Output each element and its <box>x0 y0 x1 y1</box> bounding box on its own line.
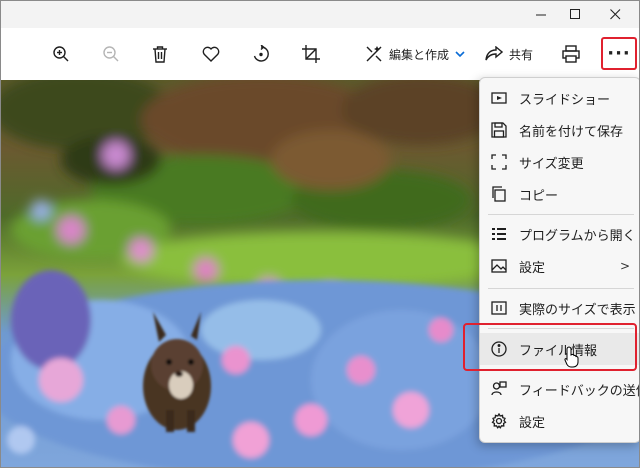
edit-create-button[interactable]: 編集と作成 <box>365 37 469 71</box>
menu-item-label: フィードバックの送信 <box>519 383 640 399</box>
print-button[interactable] <box>559 37 583 71</box>
menu-separator <box>488 288 634 289</box>
menu-item-label: 設定 <box>519 415 546 431</box>
menu-item-label: プログラムから開く <box>519 228 636 244</box>
menu-item-settings[interactable]: 設定 <box>480 405 639 437</box>
zoom-in-button[interactable] <box>49 37 73 71</box>
menu-item-label: 実際のサイズで表示 <box>519 302 636 318</box>
menu-item-label: スライドショー <box>519 92 611 108</box>
feedback-icon <box>491 381 507 396</box>
edit-create-label: 編集と作成 <box>389 47 450 62</box>
heart-icon <box>202 46 220 62</box>
chevron-right-icon: > <box>619 259 630 273</box>
share-button[interactable]: 共有 <box>485 37 541 71</box>
close-button[interactable] <box>595 1 635 28</box>
see-more-button[interactable]: ··· <box>601 37 637 70</box>
favorite-button[interactable] <box>199 37 223 71</box>
menu-item-label: コピー <box>519 188 559 204</box>
slideshow-icon <box>491 92 507 104</box>
menu-item-label: 名前を付けて保存 <box>519 124 624 140</box>
menu-item-set-as[interactable]: 設定 > <box>480 250 639 282</box>
minimize-icon <box>535 14 546 16</box>
mouse-pointer-icon <box>564 346 579 368</box>
photos-app-window: 編集と作成 共有 ··· スライドショー 名前を付けて保存 サイズ変更 コピー … <box>0 0 640 468</box>
menu-item-feedback[interactable]: フィードバックの送信 <box>480 373 640 405</box>
menu-item-open-with[interactable]: プログラムから開く <box>480 218 639 250</box>
rotate-button[interactable] <box>249 37 273 71</box>
menu-separator <box>488 214 634 215</box>
menu-item-save-as[interactable]: 名前を付けて保存 <box>480 114 639 146</box>
wallpaper-icon <box>491 259 507 273</box>
actual-size-icon <box>491 301 507 315</box>
edit-create-icon <box>366 46 382 62</box>
rotate-icon <box>253 45 269 62</box>
maximize-icon <box>569 9 580 19</box>
open-with-icon <box>492 228 506 240</box>
zoom-in-icon <box>53 46 69 62</box>
crop-button[interactable] <box>299 37 323 71</box>
delete-button[interactable] <box>148 37 172 71</box>
toolbar: 編集と作成 共有 <box>1 28 639 80</box>
share-label: 共有 <box>509 47 534 62</box>
copy-icon <box>492 186 506 202</box>
menu-item-slideshow[interactable]: スライドショー <box>480 82 639 114</box>
menu-item-label: 設定 <box>519 260 546 276</box>
menu-item-label: サイズ変更 <box>519 156 584 172</box>
save-icon <box>491 122 507 138</box>
menu-item-resize[interactable]: サイズ変更 <box>480 146 639 178</box>
gear-icon <box>491 413 507 429</box>
share-icon <box>485 46 503 61</box>
highlight-box <box>463 323 637 371</box>
trash-icon <box>153 46 167 63</box>
menu-item-actual-size[interactable]: 実際のサイズで表示 <box>480 292 639 324</box>
close-icon <box>609 9 620 20</box>
maximize-button[interactable] <box>555 1 595 28</box>
menu-item-copy[interactable]: コピー <box>480 178 639 210</box>
chevron-down-icon <box>455 51 465 58</box>
title-bar <box>1 1 639 28</box>
see-more-menu: スライドショー 名前を付けて保存 サイズ変更 コピー プログラムから開く 設定 … <box>479 77 640 443</box>
zoom-out-button[interactable] <box>99 37 123 71</box>
printer-icon <box>562 45 580 63</box>
zoom-out-icon <box>103 46 119 62</box>
resize-icon <box>491 154 507 170</box>
crop-icon <box>302 45 320 63</box>
